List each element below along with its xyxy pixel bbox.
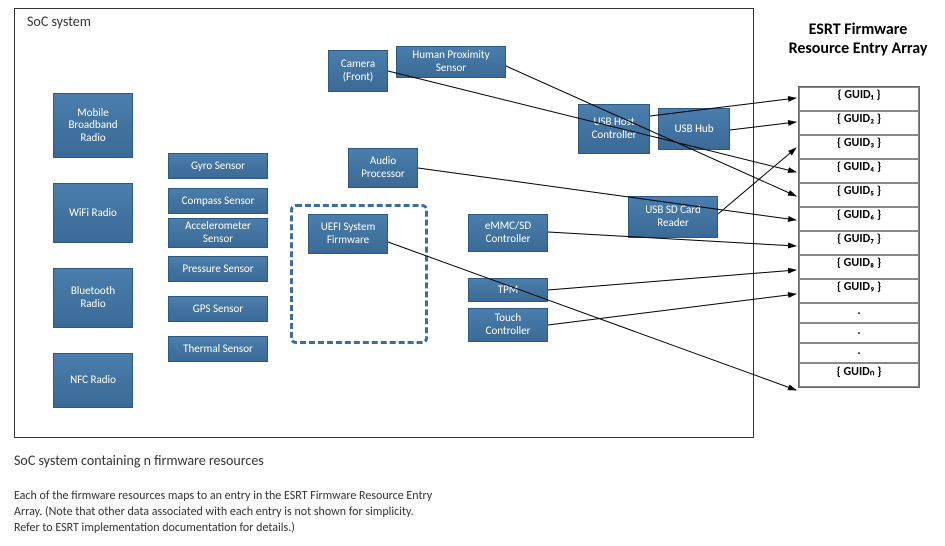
node-emmc: eMMC/SD Controller [468,214,548,252]
node-thermal: Thermal Sensor [168,336,268,362]
node-gps: GPS Sensor [168,296,268,322]
node-pressure: Pressure Sensor [168,256,268,282]
esrt-title-line1: ESRT Firmware [809,20,908,39]
guid-ellipsis-1: . [799,303,919,323]
soc-title: SoC system [27,13,91,30]
caption-main: SoC system containing n firmware resourc… [14,452,264,469]
node-usb-sd: USB SD Card Reader [628,196,718,238]
node-camera: Camera (Front) [328,50,388,92]
node-uefi: UEFI System Firmware [308,214,388,254]
guid-ellipsis-3: . [799,343,919,363]
guid-row-9: { GUID₉ } [799,279,919,303]
node-bluetooth: Bluetooth Radio [53,268,133,328]
guid-row-4: { GUID₄ } [799,159,919,183]
node-gyro: Gyro Sensor [168,153,268,179]
guid-row-2: { GUID₂ } [799,111,919,135]
node-nfc: NFC Radio [53,353,133,408]
guid-row-n: { GUIDₙ } [799,363,919,387]
node-proximity: Human Proximity Sensor [396,46,506,78]
guid-row-3: { GUID₃ } [799,135,919,159]
node-usb-hub: USB Hub [658,108,730,150]
esrt-title-line2: Resource Entry Array [789,39,928,58]
node-audio: Audio Processor [348,148,418,188]
esrt-entry-array: { GUID₁ } { GUID₂ } { GUID₃ } { GUID₄ } … [798,86,920,388]
node-accelerometer: Accelerometer Sensor [168,218,268,248]
guid-row-8: { GUID₈ } [799,255,919,279]
node-wifi: WiFi Radio [53,183,133,243]
guid-row-7: { GUID₇ } [799,231,919,255]
node-mobile-broadband: Mobile Broadband Radio [53,93,133,158]
guid-row-6: { GUID₆ } [799,207,919,231]
node-touch: Touch Controller [468,308,548,342]
diagram-canvas: SoC system Mobile Broadband Radio WiFi R… [8,8,938,538]
guid-ellipsis-2: . [799,323,919,343]
caption-sub: Each of the firmware resources maps to a… [14,488,432,537]
node-usb-host: USB Host Controller [578,104,650,154]
guid-row-5: { GUID₅ } [799,183,919,207]
node-tpm: TPM [468,278,548,302]
esrt-title: ESRT Firmware Resource Entry Array [778,20,938,58]
guid-row-1: { GUID₁ } [799,87,919,111]
node-compass: Compass Sensor [168,188,268,214]
